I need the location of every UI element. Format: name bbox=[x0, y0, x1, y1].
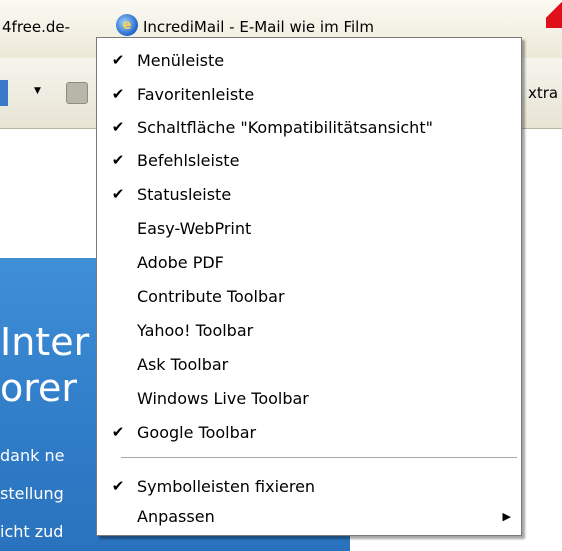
menu-item-yahoo-toolbar[interactable]: Yahoo! Toolbar bbox=[97, 314, 521, 347]
home-icon[interactable] bbox=[0, 80, 8, 106]
menu-item-label: Contribute Toolbar bbox=[137, 287, 285, 306]
favorites-link-incredimail[interactable]: IncrediMail - E-Mail wie im Film bbox=[143, 18, 453, 36]
feeds-icon[interactable] bbox=[66, 82, 88, 104]
menu-item-ask-toolbar[interactable]: Ask Toolbar bbox=[97, 348, 521, 381]
page-text-line2: stellung bbox=[0, 484, 64, 503]
menu-item-adobe-pdf[interactable]: Adobe PDF bbox=[97, 246, 521, 279]
menu-item-label: Adobe PDF bbox=[137, 253, 224, 272]
page-heading-line2: orer bbox=[0, 366, 78, 410]
menu-item-label: Favoritenleiste bbox=[137, 85, 255, 104]
menu-item-windows-live-toolbar[interactable]: Windows Live Toolbar bbox=[97, 382, 521, 415]
menu-item-contribute-toolbar[interactable]: Contribute Toolbar bbox=[97, 280, 521, 313]
menu-item-label: Menüleiste bbox=[137, 51, 225, 70]
page-heading-line1: Inter bbox=[0, 320, 90, 364]
favorites-link-4free[interactable]: 4free.de- bbox=[2, 18, 70, 36]
menu-item-label: Windows Live Toolbar bbox=[137, 389, 309, 408]
menu-item-label: Google Toolbar bbox=[137, 423, 257, 442]
menu-separator bbox=[121, 457, 517, 458]
menu-item-favoritenleiste[interactable]: ✔ Favoritenleiste bbox=[97, 78, 521, 111]
menu-item-label: Schaltfläche "Kompatibilitätsansicht" bbox=[137, 118, 433, 137]
checkmark-icon: ✔ bbox=[111, 185, 125, 203]
checkmark-icon: ✔ bbox=[111, 118, 125, 136]
menu-item-befehlsleiste[interactable]: ✔ Befehlsleiste bbox=[97, 144, 521, 177]
menu-item-label: Befehlsleiste bbox=[137, 151, 240, 170]
page-text-line3: icht zud bbox=[0, 522, 64, 541]
checkmark-icon: ✔ bbox=[111, 151, 125, 169]
menu-item-google-toolbar[interactable]: ✔ Google Toolbar bbox=[97, 416, 521, 449]
checkmark-icon: ✔ bbox=[111, 51, 125, 69]
menu-item-easy-webprint[interactable]: Easy-WebPrint bbox=[97, 212, 521, 245]
menu-item-label: Anpassen bbox=[137, 507, 215, 526]
home-dropdown-icon[interactable]: ▼ bbox=[34, 86, 41, 96]
menu-item-kompatibilitaetsansicht[interactable]: ✔ Schaltfläche "Kompatibilitätsansicht" bbox=[97, 111, 521, 144]
submenu-arrow-icon: ▶ bbox=[502, 510, 511, 523]
menu-item-symbolleisten-fixieren[interactable]: ✔ Symbolleisten fixieren bbox=[97, 470, 521, 503]
toolbars-context-menu: ✔ Menüleiste ✔ Favoritenleiste ✔ Schaltf… bbox=[96, 37, 522, 536]
menu-item-label: Statusleiste bbox=[137, 185, 232, 204]
menu-item-label: Yahoo! Toolbar bbox=[137, 321, 254, 340]
extras-menu-label[interactable]: xtra bbox=[528, 84, 558, 102]
checkmark-icon: ✔ bbox=[111, 85, 125, 103]
menu-item-anpassen[interactable]: Anpassen ▶ bbox=[97, 504, 521, 534]
checkmark-icon: ✔ bbox=[111, 423, 125, 441]
menu-item-label: Symbolleisten fixieren bbox=[137, 477, 316, 496]
page-text-line1: dank ne bbox=[0, 446, 65, 465]
checkmark-icon: ✔ bbox=[111, 477, 125, 495]
menu-item-label: Easy-WebPrint bbox=[137, 219, 252, 238]
ie-page-icon: e bbox=[116, 14, 138, 36]
menu-item-menuleiste[interactable]: ✔ Menüleiste bbox=[97, 44, 521, 77]
red-arrow-annotation bbox=[546, 0, 562, 28]
menu-item-statusleiste[interactable]: ✔ Statusleiste bbox=[97, 178, 521, 211]
menu-item-label: Ask Toolbar bbox=[137, 355, 229, 374]
